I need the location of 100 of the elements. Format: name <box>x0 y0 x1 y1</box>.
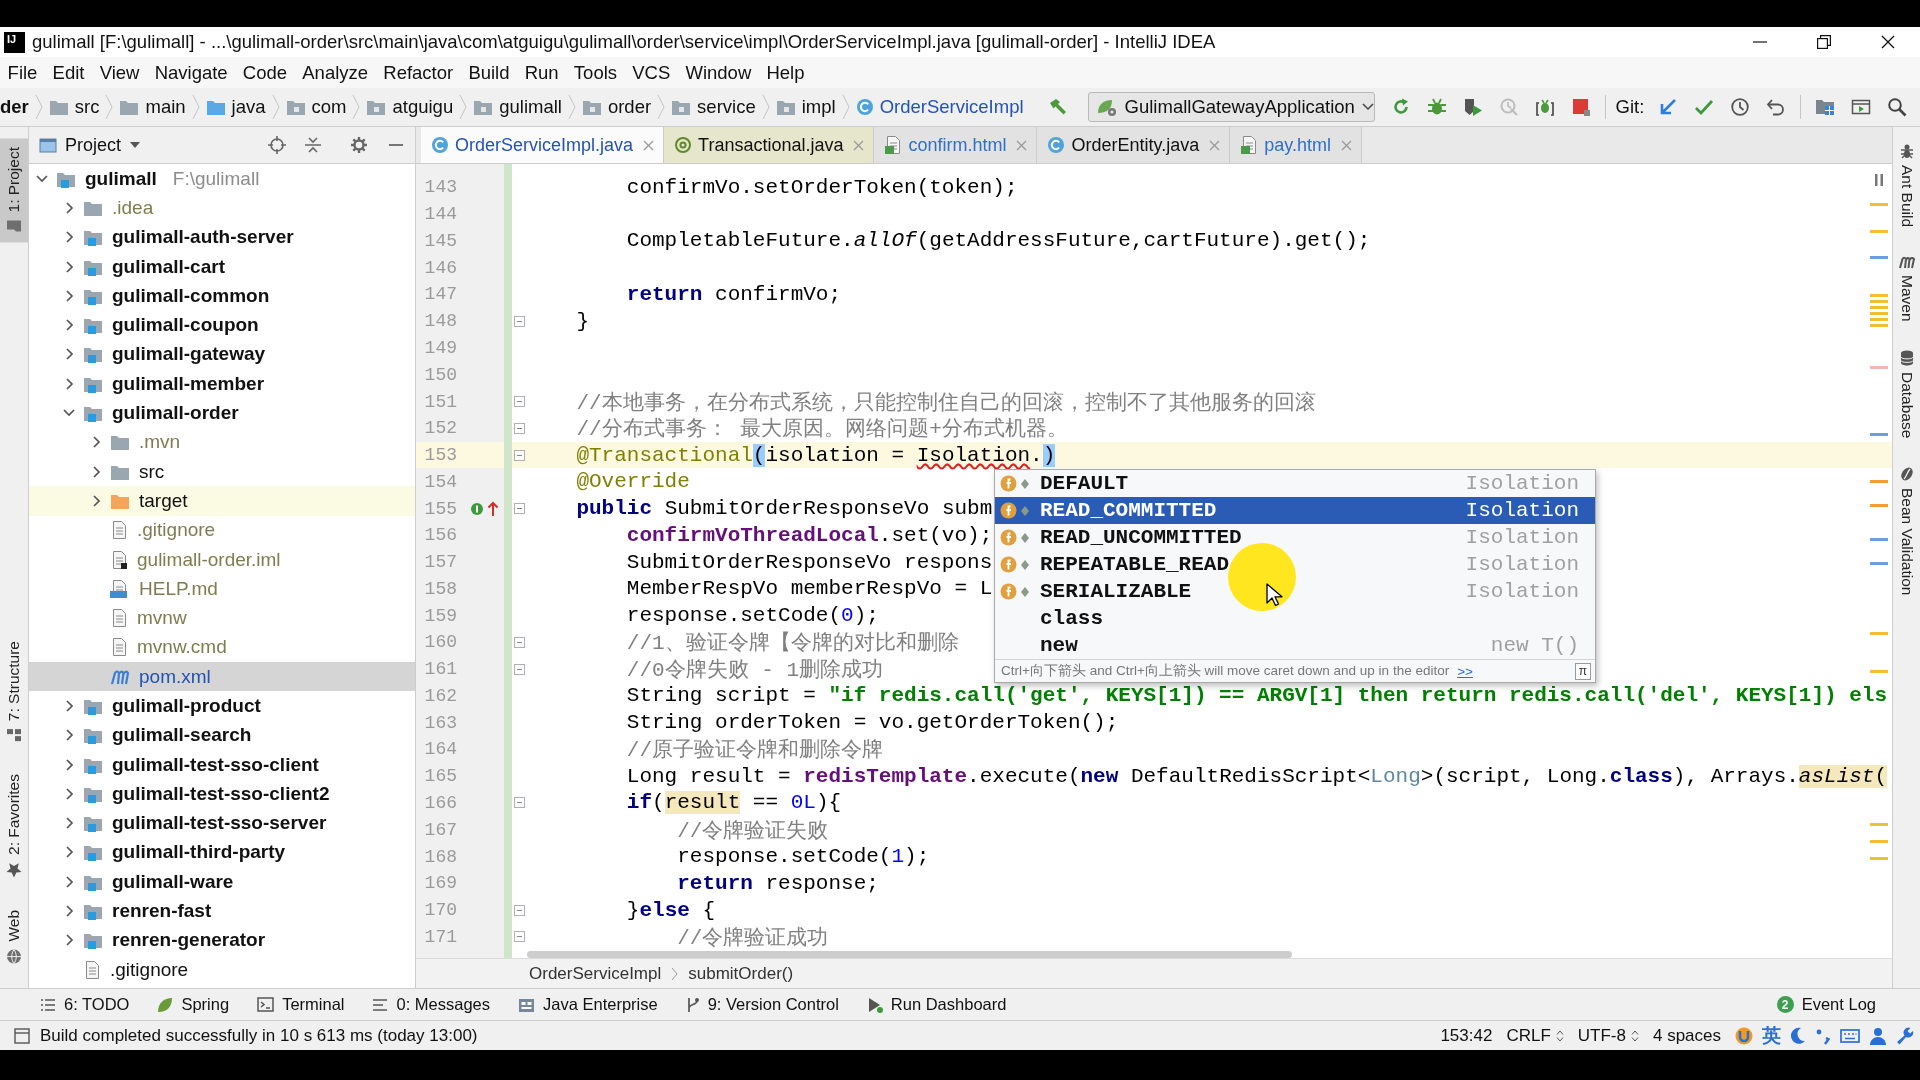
tree-item[interactable]: HELP.md <box>29 574 415 604</box>
menu-item[interactable]: Refactor <box>375 61 461 84</box>
breadcrumb-item[interactable]: java <box>205 96 266 118</box>
tool-window-button[interactable]: Maven <box>1893 255 1920 322</box>
fold-icon[interactable] <box>513 449 525 461</box>
tree-item[interactable]: gulimall-ware <box>29 867 415 897</box>
horizontal-scrollbar[interactable] <box>527 951 1292 958</box>
editor-tab[interactable]: pay.html <box>1230 127 1362 163</box>
tree-item[interactable]: gulimall-test-sso-client <box>29 749 415 780</box>
tool-window-button[interactable]: 2: Favorites <box>0 765 28 888</box>
circle-icon[interactable] <box>470 501 484 516</box>
encoding-selector[interactable]: UTF-8 <box>1577 1025 1639 1046</box>
completion-item[interactable]: DEFAULT Isolation <box>995 470 1595 497</box>
tool-window-button[interactable]: 1: Project <box>0 138 28 243</box>
tool-window-button[interactable]: Java Enterprise <box>518 995 658 1014</box>
tree-item[interactable]: gulimall-member <box>29 369 415 399</box>
fold-icon[interactable] <box>513 503 525 515</box>
indent-selector[interactable]: 4 spaces <box>1652 1025 1721 1046</box>
folder-grid-icon[interactable] <box>1815 97 1836 117</box>
tree-item[interactable]: .gitignore <box>29 515 415 545</box>
tree-item[interactable]: gulimall-coupon <box>29 310 415 340</box>
tree-item[interactable]: gulimall-test-sso-client2 <box>29 779 415 809</box>
editor-tab[interactable]: Transactional.java <box>664 127 875 163</box>
menu-item[interactable]: Help <box>758 61 813 84</box>
up-arrow-icon[interactable] <box>487 500 499 517</box>
breadcrumb-item[interactable]: impl <box>775 96 836 118</box>
menu-item[interactable]: Tools <box>566 61 625 84</box>
search-icon[interactable] <box>1887 97 1908 117</box>
menu-item[interactable]: VCS <box>624 61 678 84</box>
undo-icon[interactable] <box>1766 97 1787 117</box>
tree-item[interactable]: gulimall-search <box>29 720 415 750</box>
menu-item[interactable]: View <box>92 61 148 84</box>
crosshair-icon[interactable] <box>268 136 286 154</box>
breadcrumb-item[interactable]: OrderServiceImpl <box>529 963 662 984</box>
tool-window-button[interactable]: 0: Messages <box>372 995 491 1014</box>
tree-item[interactable]: .gitignore <box>29 955 415 985</box>
stop-icon[interactable] <box>1570 97 1591 117</box>
tree-item[interactable]: renren-fast <box>29 896 415 926</box>
tree-item[interactable]: gulimall-test-sso-server <box>29 808 415 838</box>
tree-item[interactable]: gulimall-order.iml <box>29 544 415 575</box>
editor-tab[interactable]: OrderServiceImpl.java <box>421 127 665 163</box>
breadcrumb-item[interactable]: der <box>0 96 29 118</box>
tool-window-button[interactable]: Bean Validation <box>1893 465 1920 596</box>
fold-icon[interactable] <box>513 904 525 916</box>
tree-item[interactable]: pom.xml <box>29 662 415 692</box>
event-log-button[interactable]: 2 Event Log <box>1776 995 1876 1014</box>
menu-item[interactable]: Window <box>677 61 759 84</box>
tree-item[interactable]: src <box>29 456 415 487</box>
menu-item[interactable]: Navigate <box>147 61 236 84</box>
shield-play-icon[interactable] <box>1462 97 1483 117</box>
breadcrumb-item[interactable]: main <box>119 96 186 118</box>
breadcrumb-item[interactable]: gulimall <box>473 96 562 118</box>
editor-tab[interactable]: OrderEntity.java <box>1037 127 1231 163</box>
editor-tab[interactable]: confirm.html <box>874 127 1038 163</box>
breadcrumb-item[interactable]: service <box>671 96 756 118</box>
breadcrumb-item[interactable]: submitOrder() <box>688 963 794 984</box>
tool-window-button[interactable]: Terminal <box>257 995 345 1014</box>
completion-item[interactable]: REPEATABLE_READ Isolation <box>995 551 1595 578</box>
pin-button[interactable]: π <box>1574 662 1591 680</box>
wrench-icon[interactable] <box>1896 1026 1914 1045</box>
clock-icon[interactable] <box>1730 97 1751 117</box>
window-play-icon[interactable] <box>1851 97 1872 117</box>
completion-item[interactable]: READ_COMMITTED Isolation <box>995 497 1595 524</box>
tool-window-button[interactable]: Database <box>1893 349 1920 438</box>
tree-item[interactable]: mvnw <box>29 603 415 633</box>
fold-icon[interactable] <box>513 797 525 809</box>
hint-link[interactable]: >> <box>1457 663 1473 679</box>
run-configuration-dropdown[interactable]: GulimallGatewayApplication <box>1087 92 1375 122</box>
tool-window-button[interactable]: 6: TODO <box>40 995 130 1014</box>
keyboard-icon[interactable] <box>1840 1027 1860 1044</box>
window-icon[interactable] <box>14 1027 30 1044</box>
fold-icon[interactable] <box>513 931 525 943</box>
fold-icon[interactable] <box>513 396 525 407</box>
tree-item[interactable]: .idea <box>29 193 415 223</box>
gear-icon[interactable] <box>350 136 368 154</box>
hammer-icon[interactable] <box>1047 97 1068 117</box>
tree-item[interactable]: gulimall-third-party <box>29 837 415 868</box>
fold-icon[interactable] <box>513 422 525 434</box>
menu-item[interactable]: Code <box>235 61 295 84</box>
tree-item[interactable]: gulimall-auth-server <box>29 222 415 252</box>
tool-window-button[interactable]: Run Dashboard <box>866 995 1007 1014</box>
breadcrumb-item[interactable]: src <box>48 96 100 118</box>
tree-item[interactable]: target <box>29 486 415 516</box>
bug-icon[interactable] <box>1426 97 1447 117</box>
breadcrumb-item[interactable]: order <box>581 96 652 118</box>
input-mode-indicator[interactable]: 英 <box>1762 1022 1781 1049</box>
tree-item[interactable]: gulimall-gateway <box>29 339 415 370</box>
tree-item[interactable]: gulimall-order <box>29 398 415 428</box>
pause-bars-icon[interactable] <box>1875 174 1883 186</box>
tool-window-button[interactable]: Web <box>0 901 28 974</box>
tree-item[interactable]: gulimall F:\gulimall <box>29 164 415 194</box>
menu-item[interactable]: Edit <box>45 61 93 84</box>
menu-item[interactable]: Run <box>517 61 567 84</box>
tree-item[interactable]: gulimall-common <box>29 281 415 311</box>
caret-position[interactable]: 153:42 <box>1440 1025 1493 1046</box>
tree-item[interactable]: .mvn <box>29 427 415 457</box>
completion-item[interactable]: SERIALIZABLE Isolation <box>995 578 1595 605</box>
tool-window-button[interactable]: Spring <box>157 995 230 1014</box>
tool-window-button[interactable]: 7: Structure <box>0 632 28 752</box>
person-icon[interactable] <box>1869 1026 1887 1045</box>
